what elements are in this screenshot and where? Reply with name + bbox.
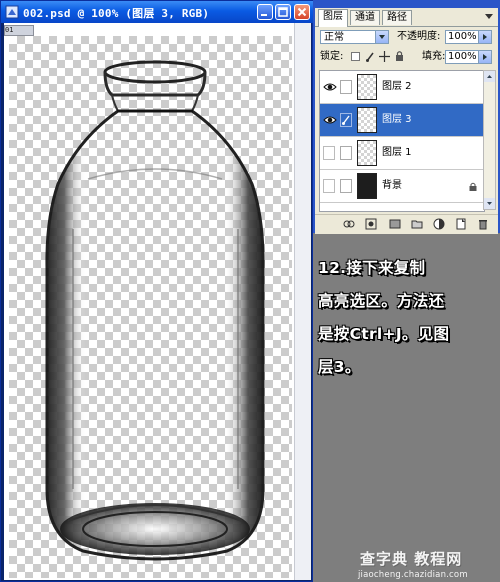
fill-field[interactable]: 100% (445, 50, 492, 64)
chevron-right-icon[interactable] (478, 51, 491, 63)
palette-tabs: 图层 通道 路径 (315, 8, 498, 27)
annotation-line: 是按Ctrl+J。见图 (318, 325, 450, 343)
layer-name: 图层 2 (382, 81, 412, 92)
lock-label: 锁定: (320, 51, 344, 62)
opacity-field[interactable]: 100% (445, 30, 492, 44)
document-title-bar[interactable]: 002.psd @ 100% (图层 3, RGB) (1, 1, 314, 23)
annotation-line: 层3。 (318, 358, 361, 376)
link-layers-icon[interactable] (343, 218, 355, 230)
layer-thumbnail (357, 140, 377, 166)
watermark-title: 查字典 教程网 (360, 550, 463, 568)
new-layer-icon[interactable] (455, 218, 467, 230)
maximize-icon (278, 7, 288, 17)
brush-icon (342, 115, 350, 125)
tab-channels[interactable]: 通道 (350, 10, 380, 25)
tutorial-annotation: 12.接下来复制 高亮选区。方法还 是按Ctrl+J。见图 层3。 (318, 252, 496, 384)
layer-style-icon[interactable] (365, 218, 377, 230)
palette-bottom-bar (315, 214, 498, 234)
layer-thumbnail (357, 173, 377, 199)
tab-paths[interactable]: 路径 (382, 10, 412, 25)
layer-thumbnail (357, 107, 377, 133)
layers-palette[interactable]: 图层 通道 路径 正常 不透明度: 100% 锁定: 填充: 100% 图层 2… (313, 0, 500, 234)
chevron-down-icon (375, 31, 388, 43)
lock-transparency-checkbox[interactable] (351, 52, 360, 61)
chevron-right-icon[interactable] (478, 31, 491, 43)
palette-menu-icon[interactable] (484, 13, 494, 21)
tab-paths-label: 路径 (387, 12, 407, 23)
layer-name: 图层 3 (382, 114, 412, 125)
ruler-origin: 01 (4, 25, 34, 36)
opacity-label: 不透明度: (397, 31, 441, 42)
layer-link-box[interactable] (340, 146, 352, 160)
layer-link-box[interactable] (340, 113, 352, 127)
tab-channels-label: 通道 (355, 12, 375, 23)
lock-icon (469, 182, 477, 191)
layer-row[interactable]: 图层 1 (320, 137, 484, 170)
layer-link-box[interactable] (340, 179, 352, 193)
layers-scrollbar[interactable] (483, 70, 496, 210)
layer-row[interactable]: 图层 2 (320, 71, 484, 104)
fill-label: 填充: (422, 51, 446, 62)
tab-layers-label: 图层 (323, 11, 343, 22)
document-title: 002.psd @ 100% (图层 3, RGB) (23, 7, 210, 20)
layer-row[interactable]: 背景 (320, 170, 484, 203)
blend-mode-select[interactable]: 正常 (320, 30, 389, 44)
new-set-icon[interactable] (411, 218, 423, 230)
scroll-down-button[interactable] (484, 198, 495, 209)
annotation-line: 12.接下来复制 (318, 259, 426, 277)
eye-icon[interactable] (323, 114, 337, 126)
move-icon[interactable] (379, 51, 390, 62)
trash-icon[interactable] (477, 218, 489, 230)
minimize-button[interactable] (257, 4, 273, 20)
vertical-scrollbar[interactable] (294, 23, 311, 580)
scroll-up-button[interactable] (484, 71, 495, 82)
chevron-down-icon (487, 202, 492, 205)
canvas-area[interactable] (4, 23, 311, 580)
photoshop-document-icon (5, 5, 19, 19)
eye-icon[interactable] (323, 81, 337, 93)
layer-name: 图层 1 (382, 147, 412, 158)
glass-bottle-image (45, 60, 265, 561)
ruler-origin-label: 01 (5, 26, 14, 34)
annotation-line: 高亮选区。方法还 (318, 292, 445, 310)
layer-link-box[interactable] (340, 80, 352, 94)
watermark: 查字典 教程网 jiaocheng.chazidian.com (356, 548, 500, 582)
tab-layers[interactable]: 图层 (318, 9, 348, 27)
minimize-icon (261, 14, 267, 16)
adjustment-layer-icon[interactable] (433, 218, 445, 230)
watermark-url: jiaocheng.chazidian.com (358, 570, 468, 580)
brush-icon[interactable] (365, 51, 375, 62)
blend-mode-value: 正常 (324, 32, 344, 43)
close-button[interactable] (294, 4, 310, 20)
eye-empty-box[interactable] (323, 146, 335, 160)
layers-list[interactable]: 图层 2 图层 3 图层 1 背景 (319, 70, 485, 212)
maximize-button[interactable] (275, 4, 291, 20)
close-icon (297, 7, 307, 17)
fill-value: 100% (448, 51, 477, 62)
add-mask-icon[interactable] (389, 218, 401, 230)
layer-row-selected[interactable]: 图层 3 (320, 104, 484, 137)
document-window[interactable]: 002.psd @ 100% (图层 3, RGB) 01 (0, 0, 314, 582)
chevron-up-icon (487, 75, 492, 78)
lock-all-icon[interactable] (395, 50, 404, 62)
eye-empty-box[interactable] (323, 179, 335, 193)
layer-name: 背景 (382, 180, 402, 191)
layer-thumbnail (357, 74, 377, 100)
opacity-value: 100% (448, 31, 477, 42)
